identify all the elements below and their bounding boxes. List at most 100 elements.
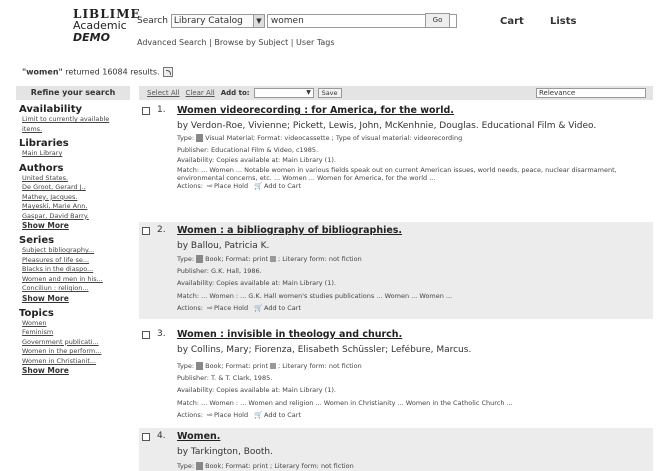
facet-item-author[interactable]: United States. <box>22 174 130 184</box>
show-more-topics[interactable]: Show More <box>22 366 130 376</box>
actions-label: Actions: <box>177 182 203 190</box>
add-to-label: Add to: <box>220 89 250 97</box>
rss-feed-icon[interactable] <box>162 67 173 77</box>
result-actions: Actions: ⇨Place Hold 🛒Add to Cart <box>177 182 301 190</box>
actions-label: Actions: <box>177 304 203 312</box>
facet-item-series[interactable]: Blacks in the diaspo... <box>22 265 130 275</box>
liblime-logo[interactable]: LIBLIME Academic DEMO <box>73 8 141 44</box>
result-publisher: Publisher: Educational Film & Video, c19… <box>177 146 319 154</box>
result-item: 1. Women videorecording : for America, f… <box>139 102 653 190</box>
result-item: 2. Women : a bibliography of bibliograph… <box>139 222 653 319</box>
result-title[interactable]: Women : a bibliography of bibliographies… <box>177 225 402 236</box>
result-match: Match: ... Women : ... Women and religio… <box>177 399 513 407</box>
result-checkbox[interactable] <box>142 107 150 115</box>
go-button[interactable]: Go <box>425 13 450 28</box>
facet-item-topic[interactable]: Women <box>22 319 130 329</box>
add-to-cart-link[interactable]: Add to Cart <box>264 304 301 312</box>
facet-item-limit-available[interactable]: Limit to currently available <box>22 115 130 125</box>
catalog-select[interactable]: Library Catalog ▼ <box>170 14 265 28</box>
result-checkbox[interactable] <box>142 433 150 441</box>
facet-item-main-library[interactable]: Main Library <box>22 149 130 159</box>
result-actions: Actions: ⇨Place Hold 🛒Add to Cart <box>177 411 301 419</box>
place-hold-icon: ⇨ <box>207 304 213 312</box>
result-title[interactable]: Women : invisible in theology and church… <box>177 329 402 340</box>
print-icon <box>270 256 276 262</box>
sort-select[interactable]: Relevance <box>536 88 646 98</box>
facet-item-author[interactable]: De Groot, Gerard J., <box>22 183 130 193</box>
header: LIBLIME Academic DEMO Search Library Cat… <box>0 0 659 62</box>
refine-title: Refine your search <box>16 86 130 100</box>
search-label: Search <box>137 16 168 26</box>
cart-icon: 🛒 <box>254 411 264 419</box>
result-availability: Availability: Copies available at: Main … <box>177 156 336 164</box>
facet-item-topic[interactable]: Women in Christianit... <box>22 357 130 367</box>
results-toolbar: Select All Clear All Add to: ▼ Save Rele… <box>139 86 653 100</box>
facet-item-series[interactable]: Conciliun : religion... <box>22 284 130 294</box>
show-more-authors[interactable]: Show More <box>22 221 130 231</box>
literary-form-text: ; Literary form: not fiction <box>278 255 362 263</box>
result-author: by Collins, Mary; Fiorenza, Elisabeth Sc… <box>177 345 472 355</box>
visual-material-icon <box>196 134 204 142</box>
book-icon <box>196 362 204 370</box>
add-to-select[interactable]: ▼ <box>253 88 314 98</box>
book-icon <box>196 255 204 263</box>
result-query: "women" <box>22 67 63 77</box>
facet-item-topic[interactable]: Government publicati... <box>22 338 130 348</box>
add-to-cart-link[interactable]: Add to Cart <box>264 411 301 419</box>
result-item: 3. Women : invisible in theology and chu… <box>139 326 653 423</box>
chevron-down-icon: ▼ <box>306 89 311 96</box>
facet-item-series[interactable]: Women and men in his... <box>22 275 130 285</box>
result-checkbox[interactable] <box>142 227 150 235</box>
book-icon <box>196 462 204 470</box>
type-label: Type: <box>177 134 195 142</box>
result-type: Type: Visual Material; Format: videocasse… <box>177 134 462 142</box>
catalog-select-value: Library Catalog <box>173 16 243 26</box>
cart-icon: 🛒 <box>254 182 264 190</box>
type-label: Type: <box>177 462 195 470</box>
clear-all-link[interactable]: Clear All <box>186 89 215 97</box>
result-checkbox[interactable] <box>142 331 150 339</box>
sub-navigation[interactable]: Advanced Search | Browse by Subject | Us… <box>137 38 335 47</box>
place-hold-icon: ⇨ <box>207 411 213 419</box>
result-availability: Availability: Copies available at: Main … <box>177 386 336 394</box>
save-button[interactable]: Save <box>317 88 342 98</box>
facet-item-author[interactable]: Mayeski, Marie Ann. <box>22 202 130 212</box>
result-count: "women" returned 16084 results. <box>22 67 173 77</box>
result-title[interactable]: Women videorecording : for America, for … <box>177 105 454 116</box>
add-to-cart-link[interactable]: Add to Cart <box>264 182 301 190</box>
result-number: 1. <box>157 105 166 115</box>
result-match: Match: ... Women ... Notable women in va… <box>177 166 617 174</box>
facet-title-availability: Availability <box>19 104 82 115</box>
result-author: by Ballou, Patricia K. <box>177 241 270 251</box>
actions-label: Actions: <box>177 411 203 419</box>
facet-item-topic[interactable]: Feminism <box>22 328 130 338</box>
place-hold-link[interactable]: Place Hold <box>214 182 248 190</box>
facet-item-topic[interactable]: Women in the perform... <box>22 347 130 357</box>
facet-title-libraries: Libraries <box>19 138 69 149</box>
result-match: Match: ... Women : ... G.K. Hall women's… <box>177 292 453 300</box>
facet-item-author[interactable]: Mathey, Jacques. <box>22 193 130 203</box>
show-more-series[interactable]: Show More <box>22 294 130 304</box>
place-hold-link[interactable]: Place Hold <box>214 411 248 419</box>
result-publisher: Publisher: G.K. Hall, 1986. <box>177 267 262 275</box>
facet-item-limit-available-cont[interactable]: items. <box>22 125 130 135</box>
facet-item-series[interactable]: Pleasures of life se... <box>22 256 130 266</box>
literary-form-text: ; Literary form: not fiction <box>278 362 362 370</box>
result-number: 2. <box>157 225 166 235</box>
place-hold-link[interactable]: Place Hold <box>214 304 248 312</box>
result-type: Type: Book; Format: print ; Literary form… <box>177 462 354 470</box>
select-all-link[interactable]: Select All <box>147 89 180 97</box>
lists-link[interactable]: Lists <box>550 16 576 27</box>
result-author: by Tarkington, Booth. <box>177 447 273 457</box>
result-type: Type: Book; Format: print ; Literary form:… <box>177 255 362 263</box>
refine-sidebar: Refine your search Availability Limit to… <box>16 86 130 376</box>
cart-link[interactable]: Cart <box>500 16 524 27</box>
place-hold-icon: ⇨ <box>207 182 213 190</box>
type-text: Book; Format: print ; Literary form: not… <box>205 462 354 470</box>
facet-item-author[interactable]: Gaspar, David Barry. <box>22 212 130 222</box>
result-availability: Availability: Copies available at: Main … <box>177 279 336 287</box>
result-title[interactable]: Women. <box>177 431 220 442</box>
type-text: Book; Format: print <box>205 362 268 370</box>
facet-item-series[interactable]: Subject bibliography... <box>22 246 130 256</box>
facet-title-series: Series <box>19 235 55 246</box>
